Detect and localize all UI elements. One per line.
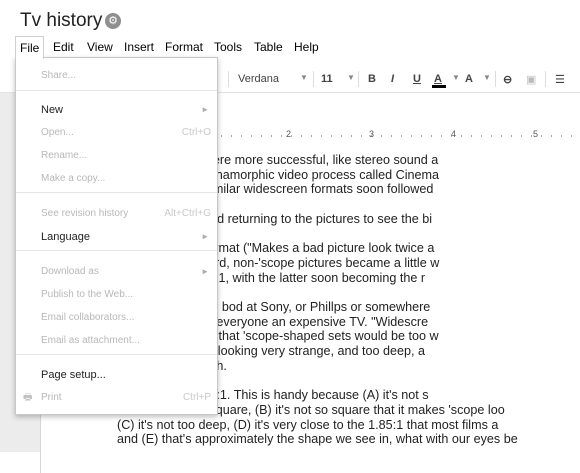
document-line: and (E) that's approximately the shape w… (117, 432, 518, 447)
file-menu-item-open[interactable]: Open... Ctrl+O (16, 123, 217, 143)
document-title[interactable]: Tv history (20, 10, 102, 32)
menu-file[interactable]: File (15, 36, 45, 59)
menu-item-label: New (41, 104, 64, 116)
submenu-arrow-icon: ► (201, 105, 209, 114)
toolbar-separator (313, 71, 314, 87)
menu-item-label: Print (41, 392, 62, 403)
menu-item-label: Language (41, 231, 90, 243)
file-menu-item-email-as-attachment[interactable]: Email as attachment... (16, 331, 217, 351)
file-menu-item-share[interactable]: Share... (16, 66, 217, 86)
file-menu-item-page-setup[interactable]: Page setup... (16, 365, 217, 385)
menu-format[interactable]: Format (165, 40, 203, 54)
file-menu-item-new[interactable]: New ► (16, 100, 217, 120)
chevron-down-icon[interactable]: ▼ (347, 73, 355, 82)
menu-separator (16, 90, 217, 91)
menu-item-label: Download as (41, 266, 99, 277)
file-menu-item-make-a-copy[interactable]: Make a copy... (16, 169, 217, 189)
menu-item-shortcut: Ctrl+O (181, 127, 211, 138)
numbered-list-icon[interactable]: ☰ (555, 73, 565, 86)
menu-item-label: Share... (41, 70, 77, 81)
menu-separator (16, 250, 217, 251)
menu-edit[interactable]: Edit (53, 40, 74, 54)
menu-separator (16, 354, 217, 355)
ruler-number: 3 (369, 129, 375, 139)
toolbar-separator (545, 71, 546, 87)
link-icon[interactable]: ⊖ (503, 73, 512, 86)
file-menu-item-download-as[interactable]: Download as ► (16, 262, 217, 282)
chevron-down-icon[interactable]: ▼ (452, 73, 460, 82)
menu-bar: File Edit View Insert Format Tools Table… (0, 36, 580, 59)
file-menu-item-rename[interactable]: Rename... (16, 146, 217, 166)
menu-item-label: Page setup... (41, 369, 106, 381)
font-select[interactable]: Verdana (238, 73, 279, 85)
ruler-number: 5 (533, 129, 539, 139)
file-menu-item-print[interactable]: 🖶 Print Ctrl+P (16, 388, 217, 408)
menu-item-label: See revision history (41, 208, 129, 219)
menu-item-label: Make a copy... (41, 173, 106, 184)
font-size-select[interactable]: 11 (321, 73, 333, 85)
toolbar-separator (495, 71, 496, 87)
menu-tools[interactable]: Tools (214, 40, 242, 54)
globe-icon[interactable]: ⚙ (105, 13, 121, 29)
submenu-arrow-icon: ► (201, 232, 209, 241)
file-menu-item-publish-to-the-web[interactable]: Publish to the Web... (16, 285, 217, 305)
toolbar-separator (228, 71, 229, 87)
menu-item-label: Publish to the Web... (41, 289, 134, 300)
menu-item-label: Rename... (41, 150, 88, 161)
toolbar-separator (358, 71, 359, 87)
submenu-arrow-icon: ► (201, 267, 209, 276)
printer-icon: 🖶 (23, 392, 33, 403)
file-menu-item-see-revision-history[interactable]: See revision history Alt+Ctrl+G (16, 204, 217, 224)
menu-item-shortcut: Ctrl+P (182, 392, 211, 403)
menu-table[interactable]: Table (254, 40, 283, 54)
menu-separator (16, 192, 217, 193)
file-menu-item-email-collaborators[interactable]: Email collaborators... (16, 308, 217, 328)
ruler-number: 2 (286, 129, 292, 139)
menu-insert[interactable]: Insert (124, 40, 154, 54)
menu-help[interactable]: Help (294, 40, 319, 54)
title-bar: Tv history ⚙ (0, 0, 580, 36)
menu-item-shortcut: Alt+Ctrl+G (164, 208, 211, 219)
menu-item-label: Open... (41, 127, 74, 138)
image-icon[interactable]: ▣ (526, 73, 536, 86)
menu-item-label: Email collaborators... (41, 312, 135, 323)
italic-button[interactable]: I (391, 73, 394, 85)
chevron-down-icon[interactable]: ▼ (483, 73, 491, 82)
bold-button[interactable]: B (368, 73, 376, 85)
menu-item-label: Email as attachment... (41, 335, 140, 346)
chevron-down-icon[interactable]: ▼ (300, 73, 308, 82)
document-line: (C) it's not too deep, (D) it's very clo… (117, 417, 499, 432)
underline-button[interactable]: U (413, 73, 421, 85)
file-menu-item-language[interactable]: Language ► (16, 227, 217, 247)
file-menu-dropdown: Share... New ► Open... Ctrl+O Rename... Make a… (15, 57, 218, 415)
text-color-button[interactable]: A (434, 73, 442, 85)
text-color-indicator (432, 85, 446, 88)
menu-view[interactable]: View (87, 40, 113, 54)
highlight-color-button[interactable]: A (465, 73, 473, 85)
ruler-number: 4 (451, 129, 457, 139)
